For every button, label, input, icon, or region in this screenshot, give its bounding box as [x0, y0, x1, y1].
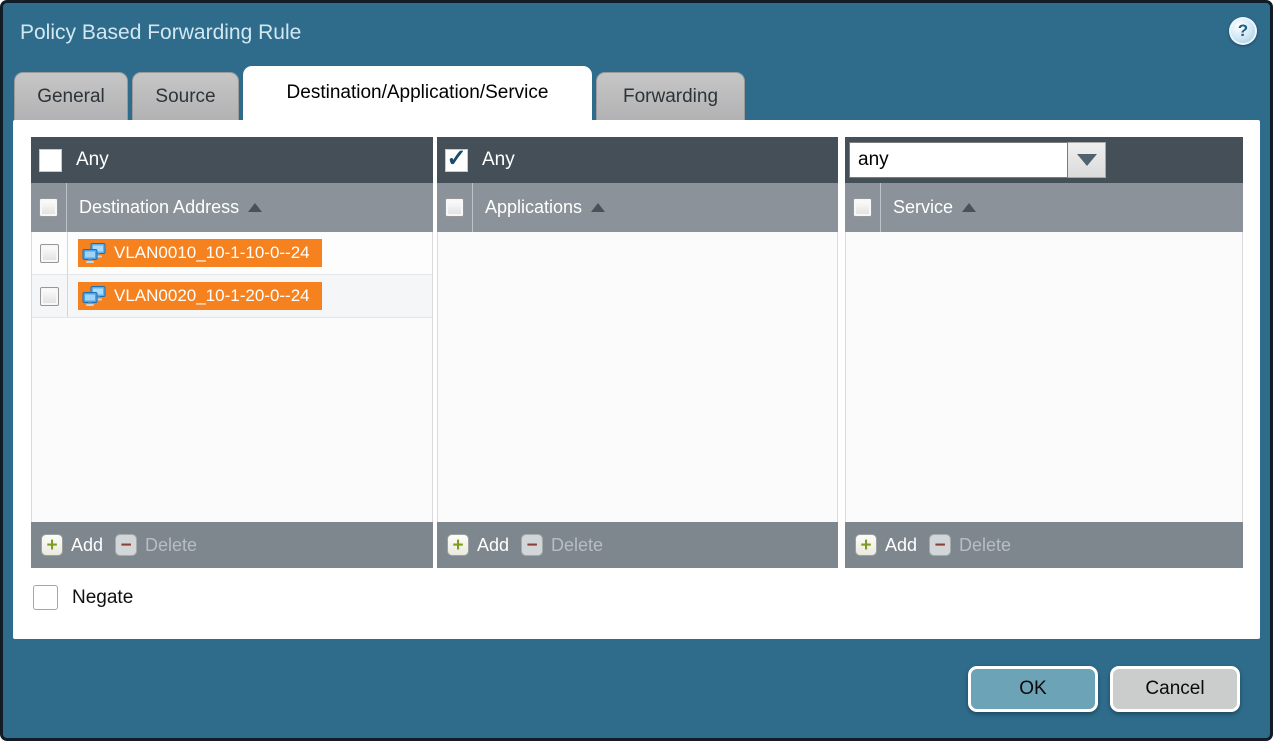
destination-any-checkbox[interactable]: [39, 149, 62, 172]
tab-general[interactable]: General: [14, 72, 128, 120]
add-icon: +: [447, 534, 469, 556]
service-select-all-checkbox[interactable]: [853, 198, 872, 217]
cancel-button[interactable]: Cancel: [1110, 666, 1240, 712]
destination-select-all-checkbox[interactable]: [39, 198, 58, 217]
negate-checkbox[interactable]: [33, 585, 58, 610]
applications-any-bar: ✓ Any: [437, 137, 838, 183]
address-object[interactable]: VLAN0020_10-1-20-0--24: [78, 282, 322, 310]
delete-button[interactable]: − Delete: [115, 534, 197, 556]
destination-header-row: Destination Address: [31, 183, 433, 232]
service-column: any Service + Add − Delete: [845, 137, 1243, 568]
add-icon: +: [41, 534, 63, 556]
policy-forwarding-dialog: Policy Based Forwarding Rule ? General S…: [0, 0, 1273, 741]
tab-source[interactable]: Source: [132, 72, 239, 120]
add-button[interactable]: + Add: [447, 534, 509, 556]
network-icon: [82, 243, 107, 264]
tab-destination-application-service[interactable]: Destination/Application/Service: [243, 66, 592, 120]
applications-toolbar: + Add − Delete: [437, 522, 838, 568]
delete-icon: −: [929, 534, 951, 556]
table-row[interactable]: VLAN0010_10-1-10-0--24: [32, 232, 432, 275]
delete-icon: −: [521, 534, 543, 556]
applications-any-checkbox[interactable]: ✓: [445, 149, 468, 172]
sort-asc-icon: [248, 203, 262, 212]
service-header-row: Service: [845, 183, 1243, 232]
delete-button[interactable]: − Delete: [929, 534, 1011, 556]
row-checkbox[interactable]: [40, 244, 59, 263]
add-icon: +: [855, 534, 877, 556]
service-dropdown-bar: any: [845, 137, 1243, 183]
help-icon[interactable]: ?: [1229, 17, 1257, 45]
destination-column-header[interactable]: Destination Address: [79, 197, 239, 218]
ok-button[interactable]: OK: [968, 666, 1098, 712]
service-dropdown[interactable]: any: [849, 142, 1106, 178]
delete-button[interactable]: − Delete: [521, 534, 603, 556]
tab-forwarding[interactable]: Forwarding: [596, 72, 745, 120]
applications-column: ✓ Any Applications + Add − Delete: [437, 137, 838, 568]
applications-any-label: Any: [482, 149, 515, 171]
dialog-title: Policy Based Forwarding Rule: [20, 21, 301, 45]
delete-icon: −: [115, 534, 137, 556]
destination-any-label: Any: [76, 149, 109, 171]
add-button[interactable]: + Add: [41, 534, 103, 556]
sort-asc-icon: [591, 203, 605, 212]
service-list: [845, 232, 1243, 522]
service-dropdown-value[interactable]: any: [849, 142, 1068, 178]
network-icon: [82, 286, 107, 307]
service-toolbar: + Add − Delete: [845, 522, 1243, 568]
applications-select-all-checkbox[interactable]: [445, 198, 464, 217]
negate-row: Negate: [33, 585, 133, 610]
destination-toolbar: + Add − Delete: [31, 522, 433, 568]
applications-header-row: Applications: [437, 183, 838, 232]
applications-list: [437, 232, 838, 522]
address-object[interactable]: VLAN0010_10-1-10-0--24: [78, 239, 322, 267]
address-label: VLAN0020_10-1-20-0--24: [114, 286, 310, 306]
service-dropdown-button[interactable]: [1068, 142, 1106, 178]
destination-column: Any Destination Address: [31, 137, 433, 568]
tab-content-panel: Any Destination Address: [13, 120, 1260, 639]
sort-asc-icon: [962, 203, 976, 212]
destination-list: VLAN0010_10-1-10-0--24: [31, 232, 433, 522]
negate-label: Negate: [72, 587, 133, 609]
destination-any-bar: Any: [31, 137, 433, 183]
chevron-down-icon: [1077, 154, 1097, 166]
add-button[interactable]: + Add: [855, 534, 917, 556]
row-checkbox[interactable]: [40, 287, 59, 306]
table-row[interactable]: VLAN0020_10-1-20-0--24: [32, 275, 432, 318]
applications-column-header[interactable]: Applications: [485, 197, 582, 218]
address-label: VLAN0010_10-1-10-0--24: [114, 243, 310, 263]
service-column-header[interactable]: Service: [893, 197, 953, 218]
